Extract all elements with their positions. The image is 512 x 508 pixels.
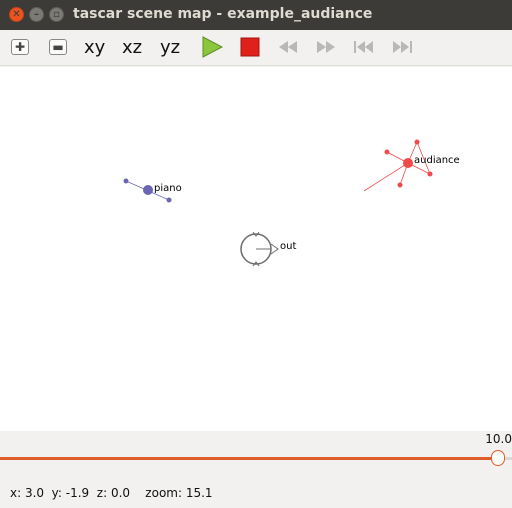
skip-to-start-button[interactable]: [352, 34, 376, 60]
maximize-icon: ▫: [53, 8, 60, 20]
skip-to-end-icon: [393, 41, 412, 53]
time-slider-handle[interactable]: [491, 450, 506, 466]
piano-center-marker: [143, 185, 153, 195]
audiance-vertex: [384, 149, 390, 155]
stop-button[interactable]: [238, 34, 262, 60]
maximize-window-button[interactable]: ▫: [49, 7, 64, 22]
audiance-vertex: [397, 182, 403, 188]
stop-icon: [240, 37, 260, 57]
play-icon: [202, 36, 224, 58]
time-slider-area: 10.0: [0, 431, 512, 471]
zoom-in-button[interactable]: ✚: [11, 39, 29, 55]
status-readout: x: 3.0 y: -1.9 z: 0.0 zoom: 15.1: [10, 486, 213, 500]
rewind-icon: [279, 41, 297, 53]
toolbar: ✚ ▬ xy xz yz: [0, 30, 512, 66]
zoom-out-button[interactable]: ▬: [49, 39, 67, 55]
fast-forward-icon: [317, 41, 335, 53]
fast-forward-button[interactable]: [314, 34, 338, 60]
time-value: 10.0: [485, 432, 512, 446]
minimize-icon: –: [34, 8, 39, 20]
play-button[interactable]: [200, 34, 224, 60]
time-slider-track[interactable]: [0, 457, 512, 460]
audiance-center-marker: [403, 158, 413, 168]
scene-map-canvas[interactable]: piano audiance out: [0, 67, 512, 431]
close-window-button[interactable]: ✕: [9, 7, 24, 22]
view-xy-button[interactable]: xy: [84, 34, 105, 60]
minus-box-icon: ▬: [52, 40, 64, 54]
view-xz-button[interactable]: xz: [122, 34, 142, 60]
window-title: tascar scene map - example_audiance: [73, 6, 373, 22]
audiance-label: audiance: [414, 155, 460, 166]
title-bar: ✕ – ▫ tascar scene map - example_audianc…: [0, 0, 512, 30]
piano-label: piano: [154, 183, 182, 194]
out-label: out: [280, 241, 296, 252]
skip-to-start-icon: [354, 41, 373, 53]
piano-vertex: [123, 178, 129, 184]
audiance-vertex: [414, 139, 420, 145]
scene-object-piano[interactable]: piano: [123, 178, 182, 203]
audiance-vertex: [427, 171, 433, 177]
minimize-window-button[interactable]: –: [29, 7, 44, 22]
close-icon: ✕: [12, 8, 21, 20]
plus-box-icon: ✚: [14, 40, 26, 54]
skip-to-end-button[interactable]: [390, 34, 414, 60]
scene-object-out[interactable]: out: [240, 231, 296, 267]
piano-vertex: [166, 197, 172, 203]
time-slider-fill: [0, 457, 499, 460]
rewind-button[interactable]: [276, 34, 300, 60]
scene-object-audiance[interactable]: audiance: [363, 139, 460, 192]
view-yz-button[interactable]: yz: [160, 34, 180, 60]
